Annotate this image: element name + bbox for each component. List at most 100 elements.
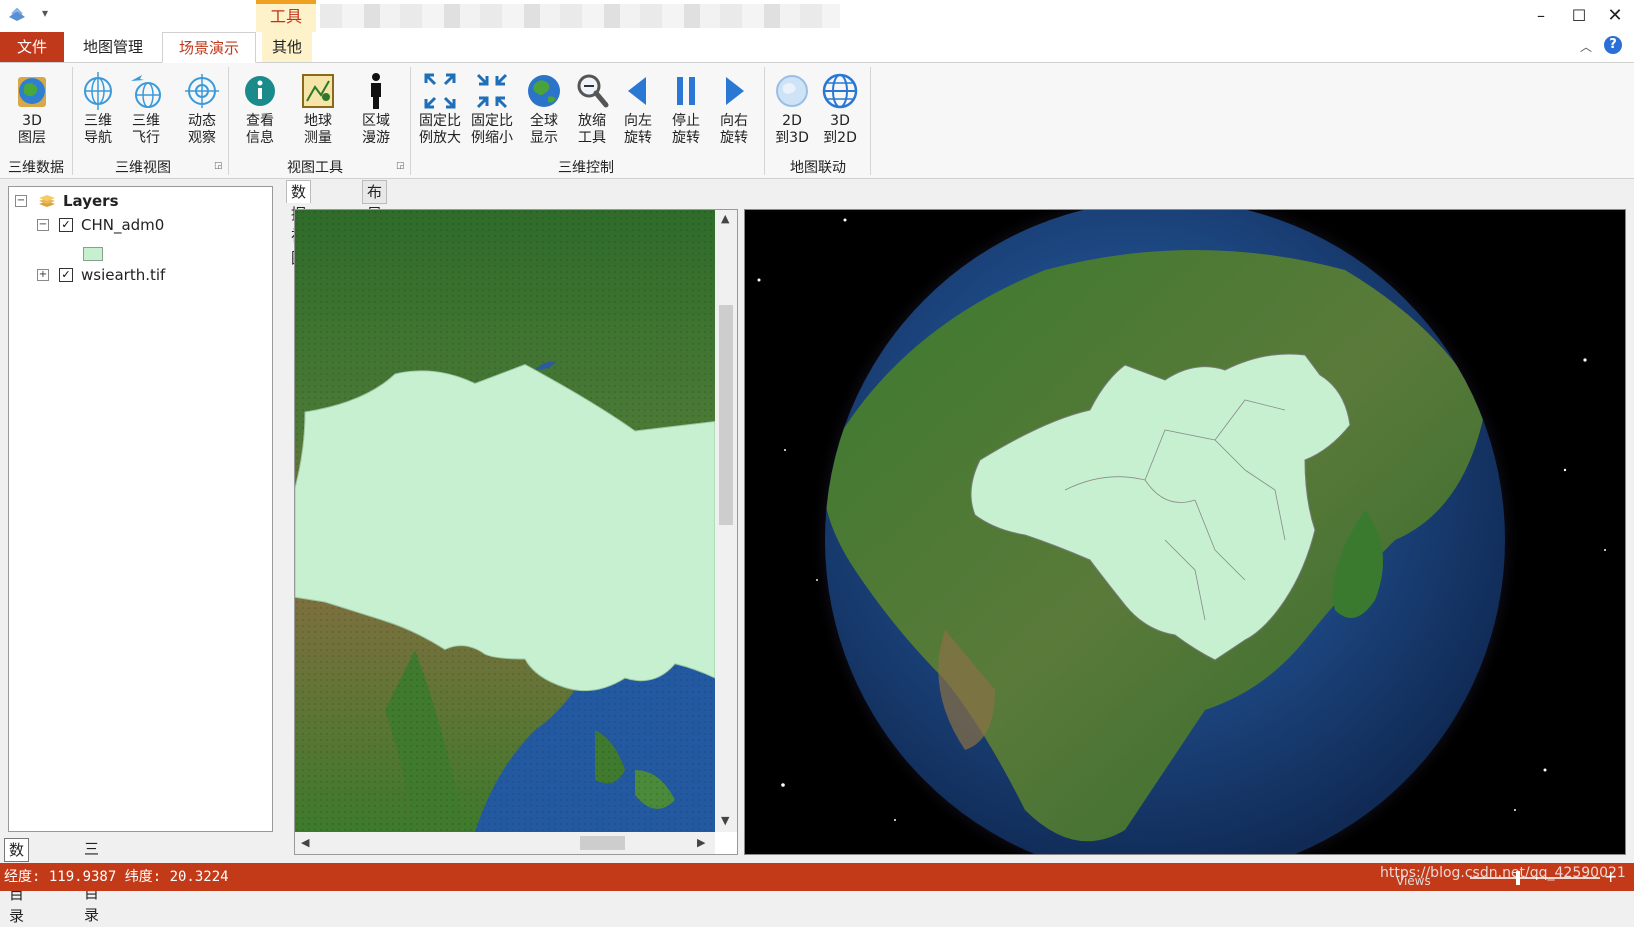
navigation-globe-icon: [84, 72, 112, 110]
ribbon-collapse-icon[interactable]: ︿: [1580, 38, 1592, 55]
coordinate-readout: 经度: 119.9387 纬度: 20.3224: [4, 869, 229, 885]
group-separator: [870, 67, 871, 175]
rotate-left-icon: [628, 77, 646, 105]
tab-data-catalog[interactable]: 数据目录: [4, 838, 30, 925]
rotate-right-button[interactable]: 向右 旋转: [710, 69, 758, 155]
3d-navigation-button[interactable]: 三维 导航: [74, 69, 122, 155]
button-label: 3D 到2D: [823, 113, 857, 146]
maximize-button[interactable]: ☐: [1564, 4, 1594, 28]
button-label: 向右 旋转: [720, 113, 748, 146]
group-label-3d-data: 三维数据: [8, 160, 64, 176]
tree-root-row[interactable]: − Layers: [15, 189, 255, 213]
layer-name: wsiearth.tif: [81, 266, 166, 284]
legend-swatch: [83, 247, 103, 261]
collapse-icon[interactable]: −: [15, 195, 27, 207]
horizontal-scroll-thumb[interactable]: [580, 836, 625, 850]
layer-visibility-checkbox[interactable]: ✓: [59, 218, 73, 232]
magnifier-icon: [577, 74, 609, 108]
stop-rotate-button[interactable]: 停止 旋转: [662, 69, 710, 155]
view-info-button[interactable]: 查看 信息: [236, 69, 284, 155]
collapse-icon[interactable]: −: [37, 219, 49, 231]
tab-3d-catalog[interactable]: 三维目录: [80, 838, 103, 924]
rotate-left-button[interactable]: 向左 旋转: [614, 69, 662, 155]
tab-scene-demo[interactable]: 场景演示: [162, 32, 256, 63]
close-button[interactable]: ✕: [1600, 4, 1630, 28]
app-icon[interactable]: [8, 8, 26, 22]
globe-layer-icon: [18, 77, 46, 107]
fixed-zoom-in-button[interactable]: 固定比 例放大: [416, 69, 464, 155]
person-icon: [371, 73, 381, 109]
expand-arrows-icon: [424, 73, 456, 109]
group-separator: [410, 67, 411, 175]
globe-canvas[interactable]: [745, 210, 1625, 854]
horizontal-scrollbar[interactable]: ◀ ▶: [295, 832, 715, 854]
area-roam-button[interactable]: 区域 漫游: [352, 69, 400, 155]
group-separator: [228, 67, 229, 175]
button-label: 查看 信息: [246, 113, 274, 146]
map-2d-frame: ▲ ▼ ◀ ▶: [294, 209, 738, 855]
button-label: 区域 漫游: [362, 113, 390, 146]
help-icon[interactable]: ?: [1604, 36, 1622, 54]
orbit-target-icon: [185, 74, 219, 108]
global-display-button[interactable]: 全球 显示: [520, 69, 568, 155]
quick-access-dropdown-icon[interactable]: ▾: [42, 6, 48, 20]
tree-root-label: Layers: [63, 192, 119, 210]
zoom-slider-knob[interactable]: [1516, 871, 1520, 885]
button-label: 固定比 例缩小: [471, 113, 513, 146]
measure-icon: [302, 74, 334, 108]
button-label: 三维 飞行: [132, 113, 160, 146]
3d-to-2d-icon: [822, 73, 858, 109]
group-label-map-link: 地图联动: [790, 160, 846, 176]
status-bar: 经度: 119.9387 纬度: 20.3224 Views https://b…: [0, 863, 1634, 891]
2d-to-3d-button[interactable]: 2D 到3D: [768, 69, 816, 155]
dialog-launcher-icon[interactable]: ◲: [396, 161, 405, 171]
title-bar: ▾ 工具 – ☐ ✕: [0, 0, 1634, 32]
scroll-up-icon[interactable]: ▲: [721, 212, 729, 225]
layer-name: CHN_adm0: [81, 216, 165, 234]
context-tab-header: 工具: [256, 0, 316, 32]
flight-globe-icon: [131, 75, 161, 108]
globe-3d-view[interactable]: [744, 209, 1626, 855]
tab-file[interactable]: 文件: [0, 32, 64, 62]
minimize-button[interactable]: –: [1526, 4, 1556, 28]
zoom-tool-button[interactable]: 放缩 工具: [568, 69, 616, 155]
map-2d-canvas[interactable]: [295, 210, 715, 832]
fixed-zoom-out-button[interactable]: 固定比 例缩小: [468, 69, 516, 155]
button-label: 3D 图层: [18, 113, 46, 146]
group-label-3d-view: 三维视图: [115, 160, 171, 176]
earth-measure-button[interactable]: 地球 测量: [294, 69, 342, 155]
vertical-scroll-thumb[interactable]: [719, 305, 733, 525]
tree-layer-row[interactable]: − ✓ CHN_adm0: [37, 213, 257, 237]
dynamic-observe-button[interactable]: 动态 观察: [178, 69, 226, 155]
expand-icon[interactable]: +: [37, 269, 49, 281]
layers-icon: [39, 195, 55, 207]
vertical-scrollbar[interactable]: ▲ ▼: [715, 210, 737, 832]
3d-to-2d-button[interactable]: 3D 到2D: [816, 69, 864, 155]
window-title-redacted: [320, 4, 840, 28]
tab-map-management[interactable]: 地图管理: [72, 32, 154, 62]
tab-layout-view[interactable]: 布局视图: [362, 180, 388, 267]
layer-tree-panel: − Layers − ✓ CHN_adm0 + ✓ wsiearth.tif: [8, 186, 273, 832]
tree-layer-row[interactable]: + ✓ wsiearth.tif: [37, 263, 257, 287]
scroll-right-icon[interactable]: ▶: [697, 836, 705, 849]
group-label-view-tools: 视图工具: [287, 160, 343, 176]
scroll-down-icon[interactable]: ▼: [721, 814, 729, 827]
group-label-3d-control: 三维控制: [558, 160, 614, 176]
layer-visibility-checkbox[interactable]: ✓: [59, 268, 73, 282]
tab-other[interactable]: 其他: [262, 32, 312, 62]
zoom-in-icon[interactable]: +: [1604, 867, 1617, 886]
button-label: 地球 测量: [304, 113, 332, 146]
3d-layer-button[interactable]: 3D 图层: [8, 69, 56, 155]
3d-flight-button[interactable]: 三维 飞行: [122, 69, 170, 155]
pause-icon: [677, 77, 695, 105]
ribbon-tab-bar: 文件 地图管理 场景演示 其他 ︿ ?: [0, 32, 1634, 63]
rotate-right-icon: [726, 77, 744, 105]
button-label: 动态 观察: [188, 113, 216, 146]
dialog-launcher-icon[interactable]: ◲: [214, 161, 223, 171]
tab-data-view[interactable]: 数据视图: [286, 180, 312, 267]
ribbon-panel: 3D 图层 三维数据 三维 导航 三维 飞行 动态 观察 三维视图 ◲ 查看 信…: [0, 63, 1634, 179]
zoom-slider-track[interactable]: [1470, 877, 1600, 879]
earth-icon: [528, 75, 560, 107]
scroll-left-icon[interactable]: ◀: [301, 836, 309, 849]
shrink-arrows-icon: [476, 73, 508, 109]
